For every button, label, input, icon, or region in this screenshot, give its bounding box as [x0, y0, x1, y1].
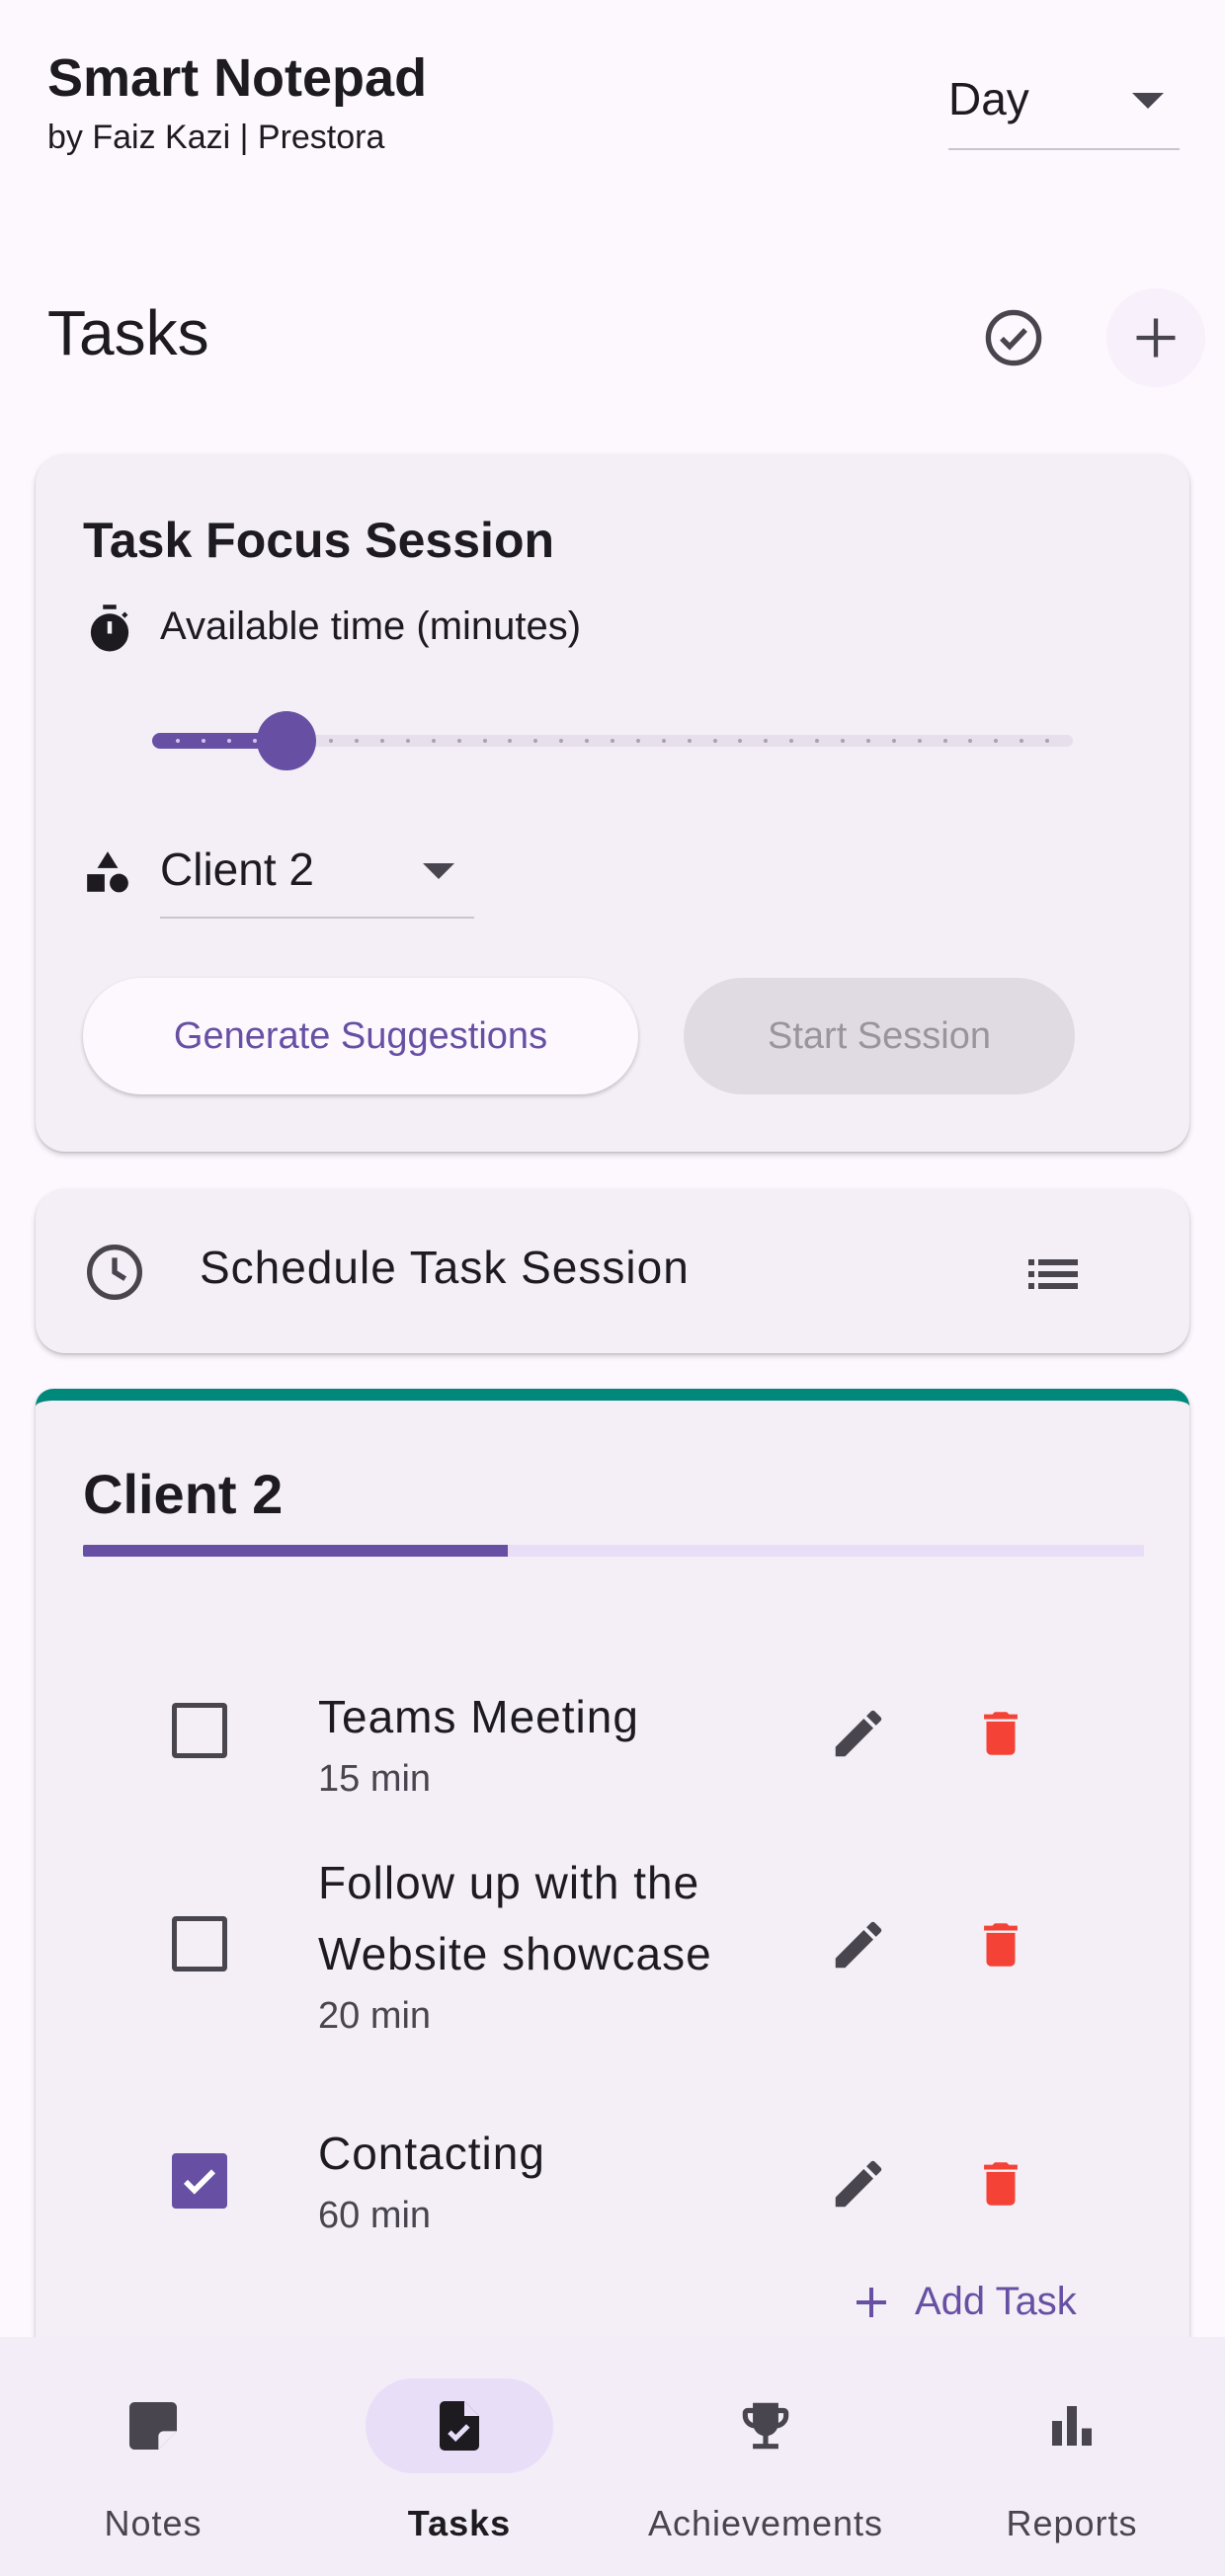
slider-tick-mark: [738, 739, 742, 743]
task-focus-session-card: Task Focus Session Available time (minut…: [36, 454, 1189, 1152]
task-row: Follow up with the Website showcase 20 m…: [36, 1776, 1189, 2037]
nav-label: Reports: [1006, 2503, 1138, 2543]
delete-icon[interactable]: [972, 1703, 1029, 1764]
add-button[interactable]: [1106, 288, 1205, 387]
slider-tick-mark: [764, 739, 768, 743]
slider-tick-mark: [943, 739, 947, 743]
slider-tick-mark: [176, 739, 180, 743]
edit-icon[interactable]: [828, 2153, 889, 2214]
edit-icon[interactable]: [828, 1914, 889, 1975]
task-row: Contacting 60 min: [36, 2013, 1189, 2236]
nav-icon-container: [59, 2378, 247, 2473]
slider-tick-mark: [611, 739, 614, 743]
task-title: Teams Meeting: [318, 1691, 639, 1742]
nav-label: Achievements: [647, 2503, 884, 2543]
category-value: Client 2: [160, 844, 314, 895]
slider-tick-mark: [355, 739, 359, 743]
available-time-slider[interactable]: [152, 711, 1073, 770]
nav-item-achievements[interactable]: Achievements: [612, 2337, 919, 2576]
nav-label: Tasks: [407, 2503, 512, 2543]
slider-tick-mark: [662, 739, 666, 743]
slider-tick-mark: [329, 739, 333, 743]
timer-icon: [90, 604, 129, 652]
schedule-task-session-card[interactable]: Schedule Task Session: [36, 1189, 1189, 1353]
page-title: Tasks: [47, 297, 209, 368]
nav-icon-container: [366, 2378, 553, 2473]
slider-tick-mark: [457, 739, 461, 743]
slider-tick-mark: [1045, 739, 1049, 743]
check-circle-icon: [985, 309, 1042, 366]
app-screen: Smart Notepad by Faiz Kazi | Prestora Da…: [0, 0, 1225, 2576]
plus-icon: [1136, 318, 1176, 358]
app-title: Smart Notepad: [47, 48, 428, 108]
client-progress-bar: [83, 1545, 1144, 1557]
view-period-dropdown[interactable]: Day: [948, 71, 1180, 150]
delete-icon[interactable]: [972, 2153, 1029, 2214]
available-time-label: Available time (minutes): [160, 604, 582, 648]
slider-tick-mark: [713, 739, 717, 743]
slider-tick-mark: [815, 739, 819, 743]
nav-icon-container: [978, 2378, 1166, 2473]
client-group-title: Client 2: [83, 1463, 284, 1525]
nav-label: Notes: [104, 2503, 203, 2543]
trophy-icon: [742, 2402, 789, 2450]
generate-suggestions-button[interactable]: Generate Suggestions: [83, 978, 638, 1094]
slider-tick-mark: [892, 739, 896, 743]
task-checkbox[interactable]: [172, 1916, 227, 1972]
add-task-button[interactable]: Add Task: [852, 2280, 1077, 2324]
category-dropdown[interactable]: Client 2: [160, 834, 474, 919]
slider-tick-mark: [636, 739, 640, 743]
task-checkbox[interactable]: [172, 1703, 227, 1758]
slider-tick-mark: [406, 739, 410, 743]
slider-tick-mark: [508, 739, 512, 743]
task-checkbox-checked[interactable]: [172, 2153, 227, 2209]
task-title: Follow up with the Website showcase: [318, 1857, 712, 1979]
plus-icon: [857, 2287, 886, 2317]
view-period-value: Day: [948, 73, 1029, 124]
slider-tick-mark: [533, 739, 537, 743]
task-title: Contacting: [318, 2128, 545, 2179]
nav-item-reports[interactable]: Reports: [919, 2337, 1225, 2576]
slider-tick-mark: [432, 739, 436, 743]
focus-session-title: Task Focus Session: [83, 513, 555, 568]
slider-tick-mark: [841, 739, 845, 743]
nav-icon-container: [672, 2378, 859, 2473]
slider-tick-mark: [789, 739, 793, 743]
list-icon[interactable]: [1023, 1245, 1083, 1304]
slider-tick-mark: [202, 739, 205, 743]
nav-item-tasks[interactable]: Tasks: [306, 2337, 612, 2576]
slider-tick-mark: [866, 739, 870, 743]
clock-icon: [87, 1245, 142, 1300]
slider-thumb[interactable]: [257, 711, 316, 770]
nav-item-notes[interactable]: Notes: [0, 2337, 306, 2576]
add-task-label: Add Task: [915, 2280, 1077, 2323]
note-icon: [129, 2402, 177, 2450]
dropdown-arrow-icon: [1132, 93, 1164, 109]
client-progress-fill: [83, 1545, 508, 1557]
app-subtitle: by Faiz Kazi | Prestora: [47, 119, 385, 156]
task-check-icon: [440, 2401, 479, 2451]
task-duration: 60 min: [318, 2195, 432, 2236]
bottom-navigation-bar: Notes Tasks Achievements Reports: [0, 2337, 1225, 2576]
mark-complete-button[interactable]: [964, 288, 1063, 387]
slider-tick-mark: [227, 739, 231, 743]
start-session-button[interactable]: Start Session: [684, 978, 1075, 1094]
slider-tick-mark: [1020, 739, 1023, 743]
slider-tick-mark: [918, 739, 922, 743]
category-shapes-icon: [87, 851, 128, 893]
slider-tick-mark: [688, 739, 692, 743]
slider-tick-mark: [483, 739, 487, 743]
checkmark-icon: [184, 2169, 215, 2195]
dropdown-arrow-icon: [423, 863, 454, 879]
slider-tick-mark: [559, 739, 563, 743]
slider-tick-mark: [968, 739, 972, 743]
delete-icon[interactable]: [972, 1914, 1029, 1975]
slider-tick-mark: [380, 739, 384, 743]
slider-tick-mark: [585, 739, 589, 743]
edit-icon[interactable]: [828, 1703, 889, 1764]
task-row: Teams Meeting 15 min: [36, 1598, 1189, 1800]
slider-tick-mark: [994, 739, 998, 743]
bar-chart-icon: [1052, 2406, 1092, 2446]
schedule-task-session-label: Schedule Task Session: [200, 1242, 690, 1293]
